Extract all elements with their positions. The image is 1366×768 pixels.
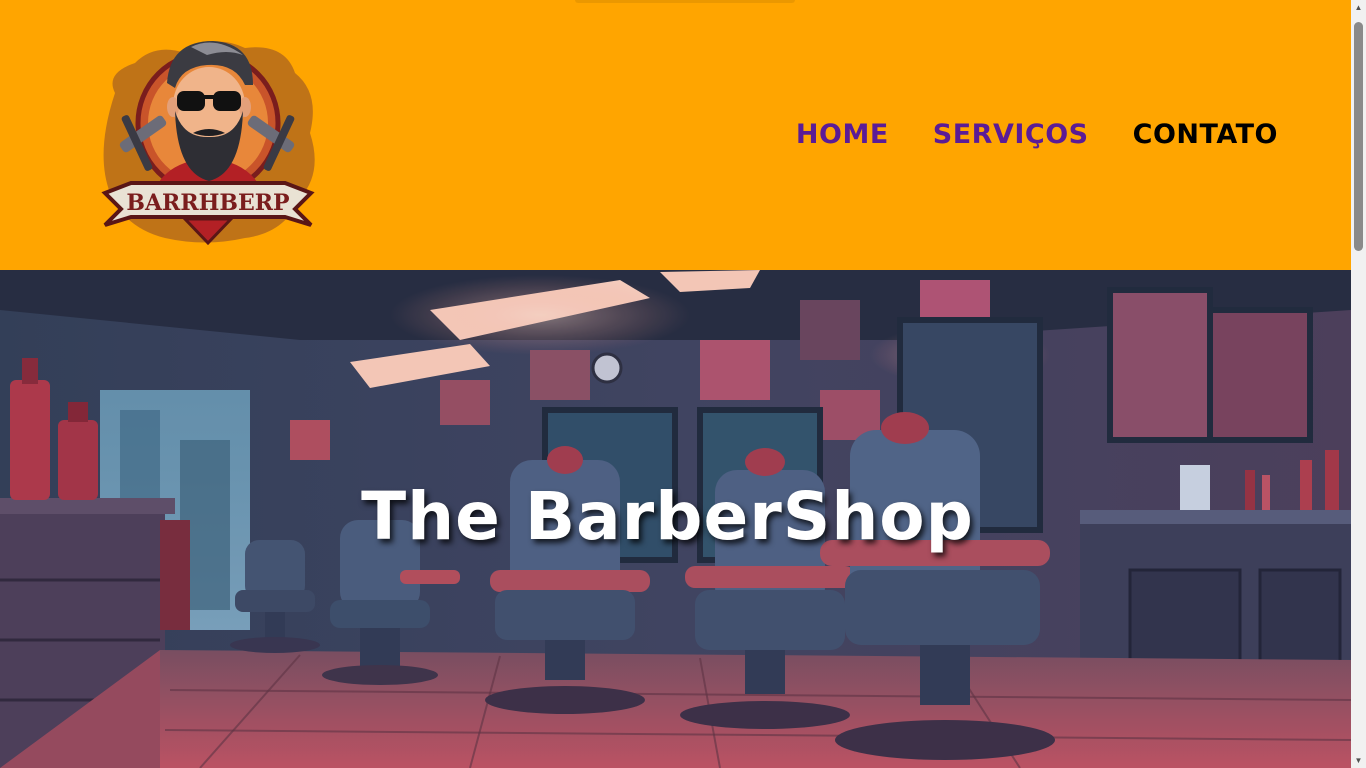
site-header: BARRHBERP HOME SERVIÇOS CONTATO xyxy=(0,0,1351,270)
hero-banner: The BarberShop xyxy=(0,270,1351,768)
nav-home-link[interactable]: HOME xyxy=(796,116,889,154)
scroll-down-arrow-icon[interactable]: ▼ xyxy=(1351,753,1366,768)
logo-text: BARRHBERP xyxy=(126,190,289,216)
header-divider xyxy=(575,0,795,3)
page: BARRHBERP HOME SERVIÇOS CONTATO The Barb… xyxy=(0,0,1366,768)
main-nav: HOME SERVIÇOS CONTATO xyxy=(796,116,1278,154)
scrollbar-thumb[interactable] xyxy=(1354,22,1363,251)
nav-servicos-link[interactable]: SERVIÇOS xyxy=(933,116,1089,154)
barber-logo[interactable]: BARRHBERP xyxy=(95,33,323,247)
page-scrollbar[interactable]: ▲ ▼ xyxy=(1351,0,1366,768)
hero-title: The BarberShop xyxy=(361,478,974,555)
nav-contato-link[interactable]: CONTATO xyxy=(1133,116,1278,154)
scroll-up-arrow-icon[interactable]: ▲ xyxy=(1351,0,1366,15)
barber-logo-image: BARRHBERP xyxy=(101,41,315,246)
